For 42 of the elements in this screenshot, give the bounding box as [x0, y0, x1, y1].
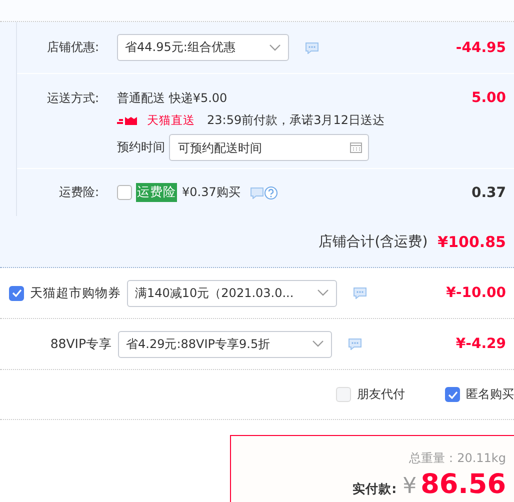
- field-label: 店铺优惠:: [46, 39, 99, 56]
- insurance-amount: 0.37: [471, 184, 506, 200]
- chat-icon[interactable]: [305, 42, 319, 54]
- caret-icon: [312, 340, 324, 348]
- insurance-checkbox[interactable]: [117, 185, 132, 200]
- total-weight: 总重量：20.11kg: [409, 450, 506, 467]
- store-total-amount: ¥100.85: [438, 232, 506, 250]
- store-total-label: 店铺合计(含运费): [318, 232, 428, 250]
- coupon-label: 88VIP专享: [49, 336, 112, 352]
- coupon-label: 天猫超市购物券: [30, 284, 121, 302]
- option-checkbox[interactable]: [445, 387, 460, 402]
- insurance-tag: 运费险: [136, 183, 177, 202]
- help-icon[interactable]: [264, 186, 278, 200]
- discount-amount: -44.95: [456, 40, 506, 56]
- shipping-amount: 5.00: [471, 90, 506, 106]
- chat-icon[interactable]: [250, 186, 264, 198]
- coupon-select[interactable]: 满140减10元（2021.03.0...: [127, 280, 337, 306]
- pay-total: 86.56: [420, 469, 506, 500]
- delivery-service-text: 天猫直送: [147, 113, 195, 128]
- chat-icon[interactable]: [353, 287, 367, 299]
- delivery-promise: 23:59前付款，承诺3月12日送达: [207, 112, 384, 129]
- coupon-amount: ¥-4.29: [456, 336, 506, 352]
- coupon-select[interactable]: 省4.29元:88VIP专享9.5折: [118, 330, 332, 358]
- option-label: 匿名购买: [466, 386, 514, 403]
- shipping-method: 普通配送 快递¥5.00: [117, 90, 228, 107]
- caret-icon: [269, 44, 281, 52]
- checkmark-icon: [12, 289, 22, 297]
- coupon-checkbox[interactable]: [9, 286, 24, 300]
- checkmark-icon: [448, 390, 458, 398]
- appointment-label: 预约时间: [117, 139, 165, 156]
- field-label: 运费险:: [58, 184, 99, 201]
- calendar-icon: [350, 142, 362, 153]
- currency-symbol: ¥: [402, 474, 417, 499]
- discount-select[interactable]: 省44.95元:组合优惠: [117, 34, 289, 61]
- coupon-amount: ¥-10.00: [446, 285, 506, 301]
- option-label: 朋友代付: [357, 386, 405, 403]
- date-field[interactable]: 可预约配送时间: [169, 134, 369, 161]
- caret-icon: [317, 289, 329, 297]
- insurance-price: ¥0.37购买: [182, 184, 240, 201]
- chat-icon[interactable]: [348, 338, 362, 350]
- pay-label: 实付款:: [352, 481, 397, 498]
- field-label: 运送方式:: [46, 90, 99, 107]
